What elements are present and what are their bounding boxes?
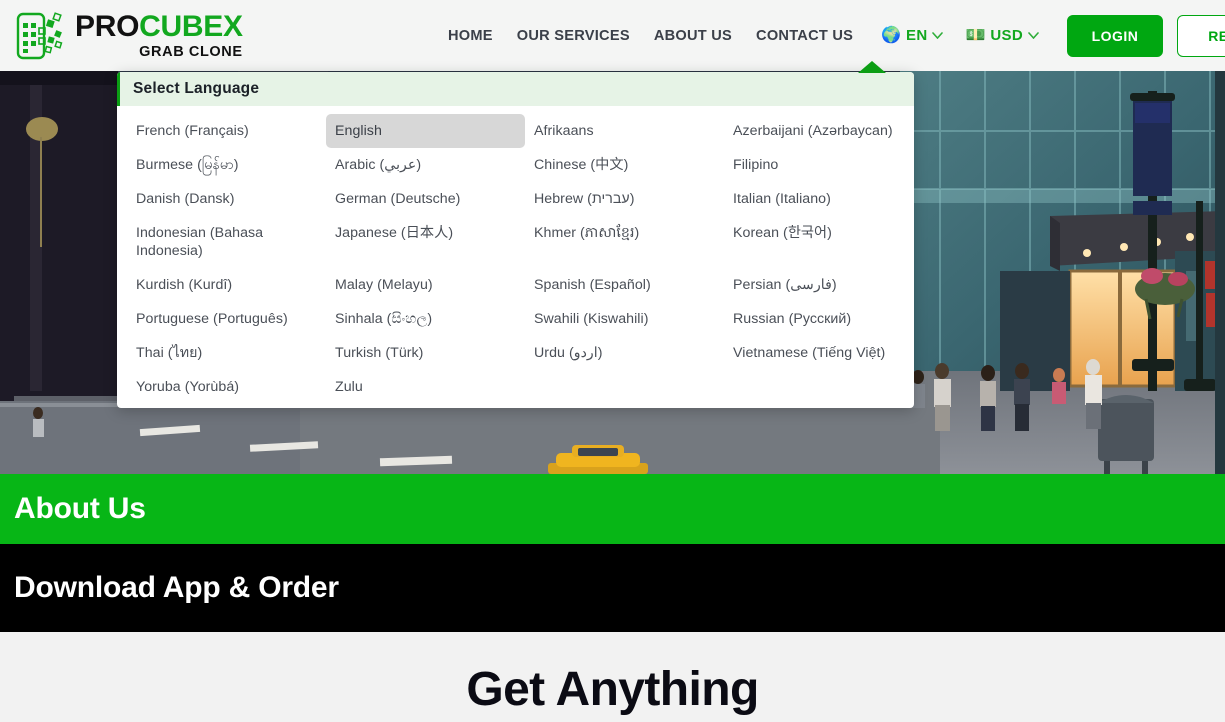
language-option[interactable]: Thai (ไทย) [127, 336, 326, 370]
language-dropdown-panel: Select Language French (Français) English… [117, 72, 914, 408]
language-option[interactable]: Filipino [724, 148, 914, 182]
language-option[interactable]: Malay (Melayu) [326, 268, 525, 302]
language-option[interactable]: Burmese (မြန်မာ) [127, 148, 326, 182]
download-app-heading: Download App & Order [14, 571, 339, 604]
login-button[interactable]: LOGIN [1066, 14, 1163, 57]
language-option[interactable]: English [326, 114, 525, 148]
phone-cubes-icon [16, 11, 63, 59]
language-option[interactable]: Hebrew (עברית) [525, 182, 724, 216]
language-option[interactable]: Zulu [326, 370, 525, 404]
language-option[interactable]: Russian (Русский) [724, 302, 914, 336]
language-selector[interactable]: 🌍 EN [875, 27, 949, 44]
brand-title: PROCUBEX [75, 9, 243, 43]
language-option[interactable]: Swahili (Kiswahili) [525, 302, 724, 336]
register-button[interactable]: REGISTER [1176, 14, 1225, 57]
language-option[interactable]: Vietnamese (Tiếng Việt) [724, 336, 914, 370]
currency-selector-code: USD [990, 27, 1023, 44]
globe-icon: 🌍 [881, 26, 902, 44]
chevron-down-icon [932, 32, 944, 39]
language-option[interactable]: Sinhala (සිංහල) [326, 302, 525, 336]
get-anything-section: Get Anything [0, 632, 1225, 722]
language-option[interactable]: Afrikaans [525, 114, 724, 148]
language-option[interactable]: Kurdish (Kurdî) [127, 268, 326, 302]
language-option[interactable]: Spanish (Español) [525, 268, 724, 302]
language-option[interactable]: Turkish (Türk) [326, 336, 525, 370]
brand-logo[interactable]: PROCUBEX GRAB CLONE [14, 11, 243, 61]
language-option[interactable]: Indonesian (Bahasa Indonesia) [127, 216, 326, 268]
language-option[interactable]: Korean (한국어) [724, 216, 914, 268]
language-option[interactable]: Danish (Dansk) [127, 182, 326, 216]
language-option[interactable]: Urdu (اردو) [525, 336, 724, 370]
language-option[interactable]: Khmer (ភាសាខ្មែរ) [525, 216, 724, 268]
language-option[interactable]: Azerbaijani (Azərbaycan) [724, 114, 914, 148]
brand-title-pro: PRO [75, 9, 140, 43]
language-option[interactable]: Portuguese (Português) [127, 302, 326, 336]
language-option[interactable]: Chinese (中文) [525, 148, 724, 182]
language-option[interactable]: Arabic (عربي) [326, 148, 525, 182]
brand-title-x: X [222, 9, 243, 43]
brand-subtitle: GRAB CLONE [139, 43, 243, 60]
page-root: PROCUBEX GRAB CLONE HOME OUR SERVICES AB… [0, 0, 1225, 722]
language-dropdown-pointer [858, 61, 886, 73]
nav-link-contact-us[interactable]: CONTACT US [744, 28, 865, 44]
brand-wordmark: PROCUBEX GRAB CLONE [75, 9, 243, 60]
language-selector-code: EN [906, 27, 928, 44]
language-option[interactable]: Italian (Italiano) [724, 182, 914, 216]
banknote-icon: 💵 [965, 26, 986, 44]
language-option[interactable]: German (Deutsche) [326, 182, 525, 216]
language-option[interactable]: Persian (فارسی) [724, 268, 914, 302]
about-us-section: About Us [0, 474, 1225, 544]
main-navigation: HOME OUR SERVICES ABOUT US CONTACT US 🌍 … [448, 0, 1225, 71]
nav-link-our-services[interactable]: OUR SERVICES [505, 28, 642, 44]
currency-selector[interactable]: 💵 USD [959, 27, 1045, 44]
about-us-heading: About Us [14, 492, 146, 525]
language-dropdown-body: French (Français) English Afrikaans Azerbai… [117, 106, 914, 408]
language-list: French (Français) English Afrikaans Azerbai… [127, 114, 904, 404]
site-header: PROCUBEX GRAB CLONE HOME OUR SERVICES AB… [0, 0, 1225, 71]
download-app-section: Download App & Order [0, 544, 1225, 632]
language-dropdown-header: Select Language [117, 72, 914, 106]
nav-link-home[interactable]: HOME [448, 28, 505, 44]
brand-title-cube: CUBE [139, 9, 223, 43]
language-option[interactable]: Yoruba (Yorùbá) [127, 370, 326, 404]
nav-link-about-us[interactable]: ABOUT US [642, 28, 744, 44]
language-option[interactable]: French (Français) [127, 114, 326, 148]
chevron-down-icon [1028, 32, 1039, 39]
language-option[interactable]: Japanese (日本人) [326, 216, 525, 268]
language-dropdown-title: Select Language [133, 80, 260, 97]
get-anything-heading: Get Anything [466, 663, 759, 716]
